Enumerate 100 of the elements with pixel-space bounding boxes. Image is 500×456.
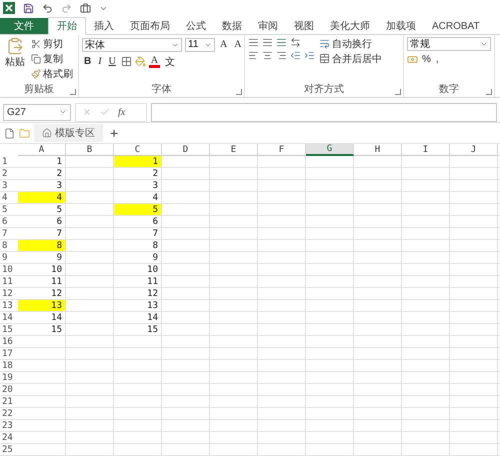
table-cell-text: 12 [146, 288, 159, 299]
table-cell-text: 10 [50, 264, 63, 275]
column-header[interactable]: E [210, 144, 258, 156]
ribbon-tab[interactable]: 公式 [178, 18, 214, 34]
copy-button[interactable]: 复制 [30, 52, 74, 65]
formula-input[interactable] [151, 102, 497, 122]
toolbox-icon[interactable] [80, 2, 91, 14]
bold-button[interactable]: B [82, 54, 94, 69]
table-cell-text: 11 [146, 276, 159, 287]
table-cell-text: 9 [56, 252, 63, 263]
template-tab[interactable]: 模版专区 [34, 124, 103, 142]
ribbon-tab[interactable]: 页面布局 [122, 18, 178, 34]
column-header[interactable]: G [306, 144, 354, 156]
table-cell-text: 3 [56, 180, 63, 191]
font-name-field[interactable]: 宋体 [82, 38, 182, 52]
undo-icon[interactable] [42, 2, 53, 14]
name-box[interactable]: G27 [3, 104, 71, 120]
paste-button[interactable]: 粘贴 [3, 37, 27, 84]
ribbon-tab[interactable]: 文件 [0, 18, 48, 34]
column-header[interactable]: F [258, 144, 306, 156]
table-cell-text: 7 [152, 228, 159, 239]
ribbon-tab[interactable]: 美化大师 [322, 18, 378, 34]
copy-icon [31, 54, 41, 64]
group-label: 剪贴板 [24, 84, 54, 97]
group-label: 字体 [152, 84, 172, 97]
ribbon-tab[interactable]: 视图 [286, 18, 322, 34]
table-cell: 4 [18, 192, 65, 203]
insert-function-button[interactable]: fx [118, 106, 126, 118]
dialog-launcher-icon[interactable] [395, 89, 401, 95]
align-bottom-icon [276, 37, 287, 48]
table-cell-text: 1 [56, 156, 63, 167]
column-header[interactable]: C [114, 144, 162, 156]
save-icon[interactable] [23, 2, 34, 14]
ribbon-tab[interactable]: 插入 [86, 18, 122, 34]
font-size-field[interactable]: 11 [185, 38, 215, 52]
table-cell-text: 7 [56, 228, 63, 239]
align-middle-icon [262, 37, 273, 48]
align-center-icon [262, 50, 273, 61]
table-cell-text: 9 [152, 252, 159, 263]
table-cell-text: 4 [152, 192, 159, 203]
grow-font-button[interactable]: A [218, 37, 230, 52]
confirm-icon [100, 107, 110, 117]
wrap-icon [319, 38, 330, 49]
ribbon-tab[interactable]: 加载项 [378, 18, 424, 34]
table-cell: 13 [18, 300, 65, 311]
column-header[interactable]: J [450, 144, 498, 156]
folder-icon [19, 128, 30, 138]
ribbon-tab[interactable]: 开始 [48, 17, 86, 35]
dialog-launcher-icon[interactable] [236, 89, 242, 95]
comma-button[interactable]: , [434, 53, 440, 66]
column-header[interactable]: D [162, 144, 210, 156]
shrink-font-button[interactable]: A [232, 37, 244, 52]
table-cell-text: 10 [146, 264, 159, 275]
column-header[interactable]: B [66, 144, 114, 156]
table-cell-text: 8 [152, 240, 159, 251]
table-cell-text: 14 [50, 312, 63, 323]
table-cell: 8 [18, 240, 65, 251]
percent-button[interactable]: % [421, 53, 432, 66]
number-format-field[interactable]: 常规 [407, 37, 491, 51]
brush-icon [31, 68, 41, 78]
format-painter-button[interactable]: 格式刷 [30, 67, 74, 80]
align-top-icon [248, 37, 259, 48]
document-icon [4, 128, 15, 138]
underline-button[interactable]: U [106, 54, 118, 69]
table-cell-text: 15 [50, 324, 63, 335]
ribbon-tab[interactable]: 审阅 [250, 18, 286, 34]
dialog-launcher-icon[interactable] [486, 89, 492, 95]
table-cell-text: 2 [152, 168, 159, 179]
table-cell-text: 6 [152, 216, 159, 227]
scissors-icon [31, 38, 41, 48]
indent-icon [304, 50, 315, 61]
ribbon-tab[interactable]: 数据 [214, 18, 250, 34]
table-cell-text: 11 [50, 276, 63, 287]
merge-icon [319, 53, 330, 64]
column-header[interactable]: H [354, 144, 402, 156]
caret-icon [480, 40, 488, 48]
table-cell-text: 5 [56, 204, 63, 215]
column-header[interactable]: I [402, 144, 450, 156]
table-cell-text: 14 [146, 312, 159, 323]
paste-icon [6, 37, 24, 55]
phonetic-button[interactable]: 文 [163, 54, 178, 69]
dialog-launcher-icon[interactable] [70, 89, 76, 95]
table-cell-text: 6 [56, 216, 63, 227]
group-label: 数字 [439, 84, 459, 97]
ribbon-tab[interactable]: ACROBAT [424, 18, 488, 34]
cut-button[interactable]: 剪切 [30, 37, 74, 50]
column-header[interactable]: A [18, 144, 66, 156]
italic-button[interactable]: I [96, 54, 104, 69]
merge-center-button[interactable]: 合并后居中 [318, 52, 383, 65]
redo-icon[interactable] [61, 2, 72, 14]
table-cell: 1 [114, 156, 161, 167]
table-cell-text: 2 [56, 168, 63, 179]
home-icon [42, 128, 52, 138]
currency-icon [407, 54, 418, 65]
add-tab-button[interactable]: + [107, 125, 122, 141]
align-left-icon [248, 50, 259, 61]
outdent-icon [290, 50, 301, 61]
font-color-button[interactable]: A [148, 55, 160, 68]
table-cell-text: 12 [50, 288, 63, 299]
wrap-text-button[interactable]: 自动换行 [318, 37, 383, 50]
